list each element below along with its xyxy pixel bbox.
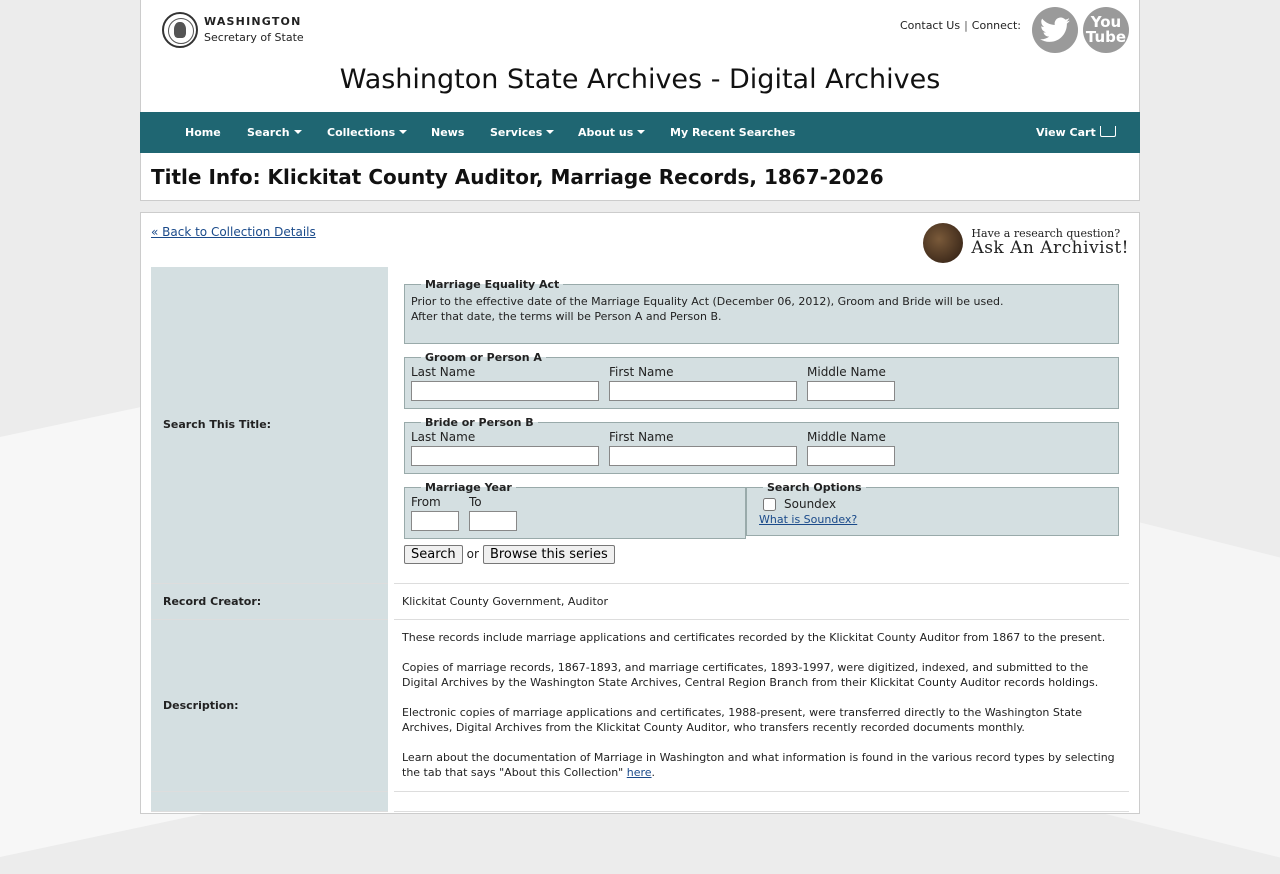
title-box: Title Info: Klickitat County Auditor, Ma…: [140, 153, 1140, 201]
equality-text: Prior to the effective date of the Marri…: [411, 295, 1004, 323]
nav-search[interactable]: Search: [247, 126, 302, 139]
bride-last-name-input[interactable]: [411, 446, 599, 466]
description-p3: Electronic copies of marriage applicatio…: [402, 706, 1083, 734]
youtube-l2: Tube: [1085, 28, 1127, 46]
search-title-label: Search This Title:: [151, 267, 394, 584]
link-separator: |: [964, 19, 968, 32]
main-nav: Home Search Collections News Services Ab…: [140, 112, 1140, 153]
bride-middle-name-input[interactable]: [807, 446, 895, 466]
browse-series-button[interactable]: Browse this series: [482, 545, 615, 564]
nav-news[interactable]: News: [431, 126, 464, 139]
logo-line2: Secretary of State: [204, 30, 304, 44]
description-p2: Copies of marriage records, 1867-1893, a…: [402, 661, 1099, 689]
options-legend: Search Options: [767, 481, 862, 494]
connect-label: Connect:: [971, 19, 1021, 32]
or-text: or: [466, 547, 479, 561]
equality-legend: Marriage Equality Act: [425, 278, 560, 291]
contact-us-link[interactable]: Contact Us: [900, 19, 960, 32]
back-to-collection-link[interactable]: « Back to Collection Details: [151, 225, 316, 239]
books-icon: [923, 223, 964, 263]
year-from-label: From: [411, 495, 441, 509]
groom-fieldset: Groom or Person A Last Name First Name M…: [404, 350, 1119, 409]
header: WASHINGTON Secretary of State Contact Us…: [140, 0, 1140, 112]
marriage-equality-fieldset: Marriage Equality Act Prior to the effec…: [404, 277, 1119, 344]
title-info-table: Search This Title: Marriage Equality Act…: [151, 267, 1129, 812]
groom-first-label: First Name: [609, 365, 674, 379]
year-to-input[interactable]: [469, 511, 517, 531]
bride-legend: Bride or Person B: [425, 416, 534, 429]
table-row: [151, 791, 1129, 812]
about-collection-link[interactable]: here: [627, 766, 652, 779]
soundex-label: Soundex: [784, 497, 837, 511]
caret-down-icon: [546, 130, 555, 134]
bride-fieldset: Bride or Person B Last Name First Name M…: [404, 415, 1119, 474]
soundex-checkbox[interactable]: [763, 498, 776, 511]
groom-last-name-input[interactable]: [411, 381, 599, 401]
groom-first-name-input[interactable]: [609, 381, 797, 401]
bride-first-name-input[interactable]: [609, 446, 797, 466]
table-row: Description: These records include marri…: [151, 619, 1129, 792]
caret-down-icon: [399, 130, 408, 134]
ask-line2: Ask An Archivist!: [971, 237, 1129, 258]
state-seal-icon: [162, 12, 198, 48]
year-from-input[interactable]: [411, 511, 459, 531]
bride-last-label: Last Name: [411, 430, 476, 444]
bride-first-label: First Name: [609, 430, 674, 444]
sos-logo[interactable]: WASHINGTON Secretary of State: [162, 12, 304, 48]
page-title: Title Info: Klickitat County Auditor, Ma…: [151, 165, 884, 189]
nav-collections[interactable]: Collections: [327, 126, 408, 139]
ask-archivist-banner[interactable]: Have a research question? Ask An Archivi…: [923, 223, 1129, 263]
year-legend: Marriage Year: [425, 481, 512, 494]
search-options-fieldset: Search Options Soundex What is Soundex?: [746, 480, 1119, 536]
caret-down-icon: [293, 130, 302, 134]
description-label: Description:: [151, 619, 394, 792]
site-title: Washington State Archives - Digital Arch…: [339, 64, 941, 95]
year-to-label: To: [469, 495, 482, 509]
page: WASHINGTON Secretary of State Contact Us…: [140, 0, 1140, 814]
what-is-soundex-link[interactable]: What is Soundex?: [759, 513, 857, 526]
groom-last-label: Last Name: [411, 365, 476, 379]
content-box: « Back to Collection Details Have a rese…: [140, 212, 1140, 814]
groom-middle-name-input[interactable]: [807, 381, 895, 401]
description-p4: Learn about the documentation of Marriag…: [402, 751, 1115, 779]
description-p1: These records include marriage applicati…: [402, 631, 1106, 644]
bride-middle-label: Middle Name: [807, 430, 886, 444]
nav-view-cart[interactable]: View Cart: [1036, 126, 1116, 139]
record-creator-label: Record Creator:: [151, 583, 394, 620]
cart-icon: [1099, 126, 1116, 137]
groom-middle-label: Middle Name: [807, 365, 886, 379]
table-row: Record Creator: Klickitat County Governm…: [151, 583, 1129, 620]
table-row: Search This Title: Marriage Equality Act…: [151, 267, 1129, 584]
caret-down-icon: [637, 130, 646, 134]
nav-services[interactable]: Services: [490, 126, 555, 139]
search-button[interactable]: Search: [404, 545, 463, 564]
groom-legend: Groom or Person A: [425, 351, 542, 364]
record-creator-value: Klickitat County Government, Auditor: [391, 583, 1129, 620]
nav-recent-searches[interactable]: My Recent Searches: [670, 126, 795, 139]
nav-about[interactable]: About us: [578, 126, 646, 139]
youtube-icon[interactable]: You Tube: [1083, 7, 1129, 53]
marriage-year-fieldset: Marriage Year From To: [404, 480, 746, 539]
logo-line1: WASHINGTON: [204, 15, 302, 29]
nav-home[interactable]: Home: [185, 126, 221, 139]
twitter-icon[interactable]: [1032, 7, 1078, 53]
top-links: Contact Us | Connect:: [900, 19, 1021, 32]
